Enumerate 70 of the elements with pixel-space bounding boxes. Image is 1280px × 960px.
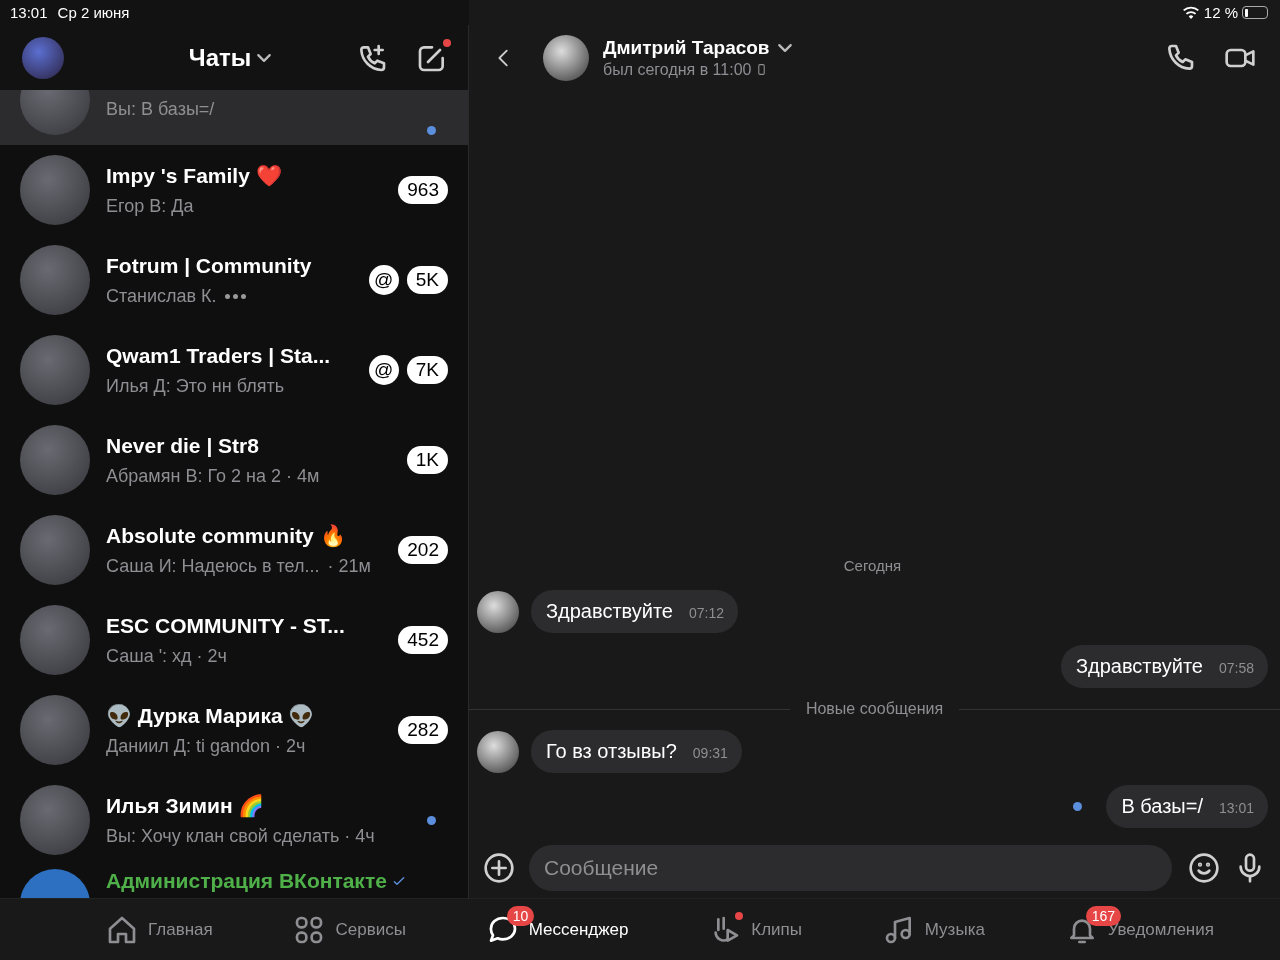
battery-percent: 12 % — [1203, 4, 1238, 21]
message-time: 09:31 — [692, 745, 728, 761]
contact-name[interactable]: Дмитрий Тарасов — [603, 36, 770, 59]
chat-name: Absolute community 🔥 — [106, 523, 346, 548]
message-time: 07:58 — [1218, 660, 1254, 676]
message-preview: Саша ': хд · 2ч — [106, 645, 227, 667]
mention-badge: @ — [368, 265, 399, 295]
chat-item[interactable]: Илья Зимин 🌈 Вы: Хочу клан свой сделать · 4ч — [0, 775, 468, 865]
new-messages-label: Новые сообщения — [805, 700, 944, 718]
tab-item[interactable]: 167 Уведомления — [1059, 899, 1220, 960]
unread-count: 7K — [406, 356, 448, 384]
chats-title-button[interactable]: Чаты — [64, 43, 356, 72]
tab-item[interactable]: Сервисы — [287, 899, 412, 960]
chat-item[interactable]: Fotrum | Community Станислав К. @ 5K — [0, 235, 468, 325]
chat-name: Never die | Str8 — [106, 433, 259, 458]
wifi-icon — [1181, 5, 1200, 20]
tab-item[interactable]: Клипы — [703, 899, 808, 960]
date-separator: Сегодня — [843, 557, 902, 574]
message-text: Го вз отзывы? — [546, 740, 677, 763]
chevron-down-icon — [777, 43, 792, 52]
chat-name: ESC COMMUNITY - ST... — [106, 613, 345, 638]
message-input[interactable]: Сообщение — [529, 845, 1172, 891]
profile-avatar[interactable] — [22, 36, 64, 79]
unread-count: 5K — [406, 266, 448, 294]
message-preview: Станислав К. — [106, 285, 217, 307]
tab-item[interactable]: 10 Мессенджер — [480, 899, 635, 960]
contact-avatar[interactable] — [543, 34, 589, 81]
message-preview: Вы: Хочу клан свой сделать · 4ч — [106, 825, 375, 847]
mention-badge: @ — [368, 355, 399, 385]
status-time: 13:01 — [10, 4, 48, 21]
message-preview: Абрамян В: Го 2 на 2 · 4м — [106, 465, 320, 487]
message-preview: Егор В: Да — [106, 195, 194, 217]
tab-item[interactable]: Главная — [100, 899, 219, 960]
chat-name: 👽 Дурка Марика 👽 — [106, 703, 315, 728]
message-preview: Саша И: Надеюсь в тел... — [106, 555, 320, 577]
chat-name: Fotrum | Community — [106, 253, 312, 278]
sender-avatar — [477, 730, 519, 773]
chevron-down-icon — [257, 53, 272, 62]
chat-item[interactable]: Absolute community 🔥 Саша И: Надеюсь в тел... · 21м 202 — [0, 505, 468, 595]
emoji-icon[interactable] — [1188, 852, 1220, 884]
message-time: · 21м — [327, 555, 371, 577]
message-preview: Даниил Д: ti gandon · 2ч — [106, 735, 306, 757]
add-attachment-icon[interactable] — [483, 852, 515, 884]
message-time: 07:12 — [689, 605, 725, 621]
message-preview: Вы: В базы=/ — [106, 99, 215, 120]
unread-count: 1K — [406, 446, 448, 474]
chat-name: Илья Зимин 🌈 — [106, 793, 265, 818]
unread-count: 963 — [398, 176, 448, 204]
unread-count: 282 — [398, 716, 448, 744]
message-preview: Илья Д: Это нн блять — [106, 375, 284, 397]
message-text: В базы=/ — [1121, 795, 1203, 818]
chat-item[interactable]: Impy 's Family ❤ Егор В: Да 963 — [0, 145, 468, 235]
chat-name: Qwam1 Traders | Sta... — [106, 343, 331, 368]
chat-item[interactable]: Qwam1 Traders | Sta... Илья Д: Это нн блять @ 7K — [0, 325, 468, 415]
unread-count: 202 — [398, 536, 448, 564]
message-time: 13:01 — [1218, 800, 1254, 816]
message-text: Здравствуйте — [1075, 655, 1203, 678]
message-text: Здравствуйте — [546, 600, 673, 623]
chat-item[interactable]: 👽 Дурка Марика 👽 Даниил Д: ti gandon · 2ч 282 — [0, 685, 468, 775]
unread-count: 452 — [398, 626, 448, 654]
chat-name: Impy 's Family ❤ — [106, 163, 282, 188]
chat-item[interactable]: Вы: В базы=/ — [0, 90, 468, 145]
last-seen-status: был сегодня в 11:00 — [603, 60, 752, 79]
status-date: Ср 2 июня — [57, 4, 130, 21]
tab-item[interactable]: Музыка — [876, 899, 991, 960]
chat-item[interactable]: Never die | Str8 Абрамян В: Го 2 на 2 · 4м 1K — [0, 415, 468, 505]
chat-name: Администрация ВКонтакте — [106, 869, 387, 893]
sender-avatar — [477, 590, 519, 633]
chat-item[interactable]: ESC COMMUNITY - ST... Саша ': хд · 2ч 452 — [0, 595, 468, 685]
battery-icon — [1242, 6, 1268, 19]
